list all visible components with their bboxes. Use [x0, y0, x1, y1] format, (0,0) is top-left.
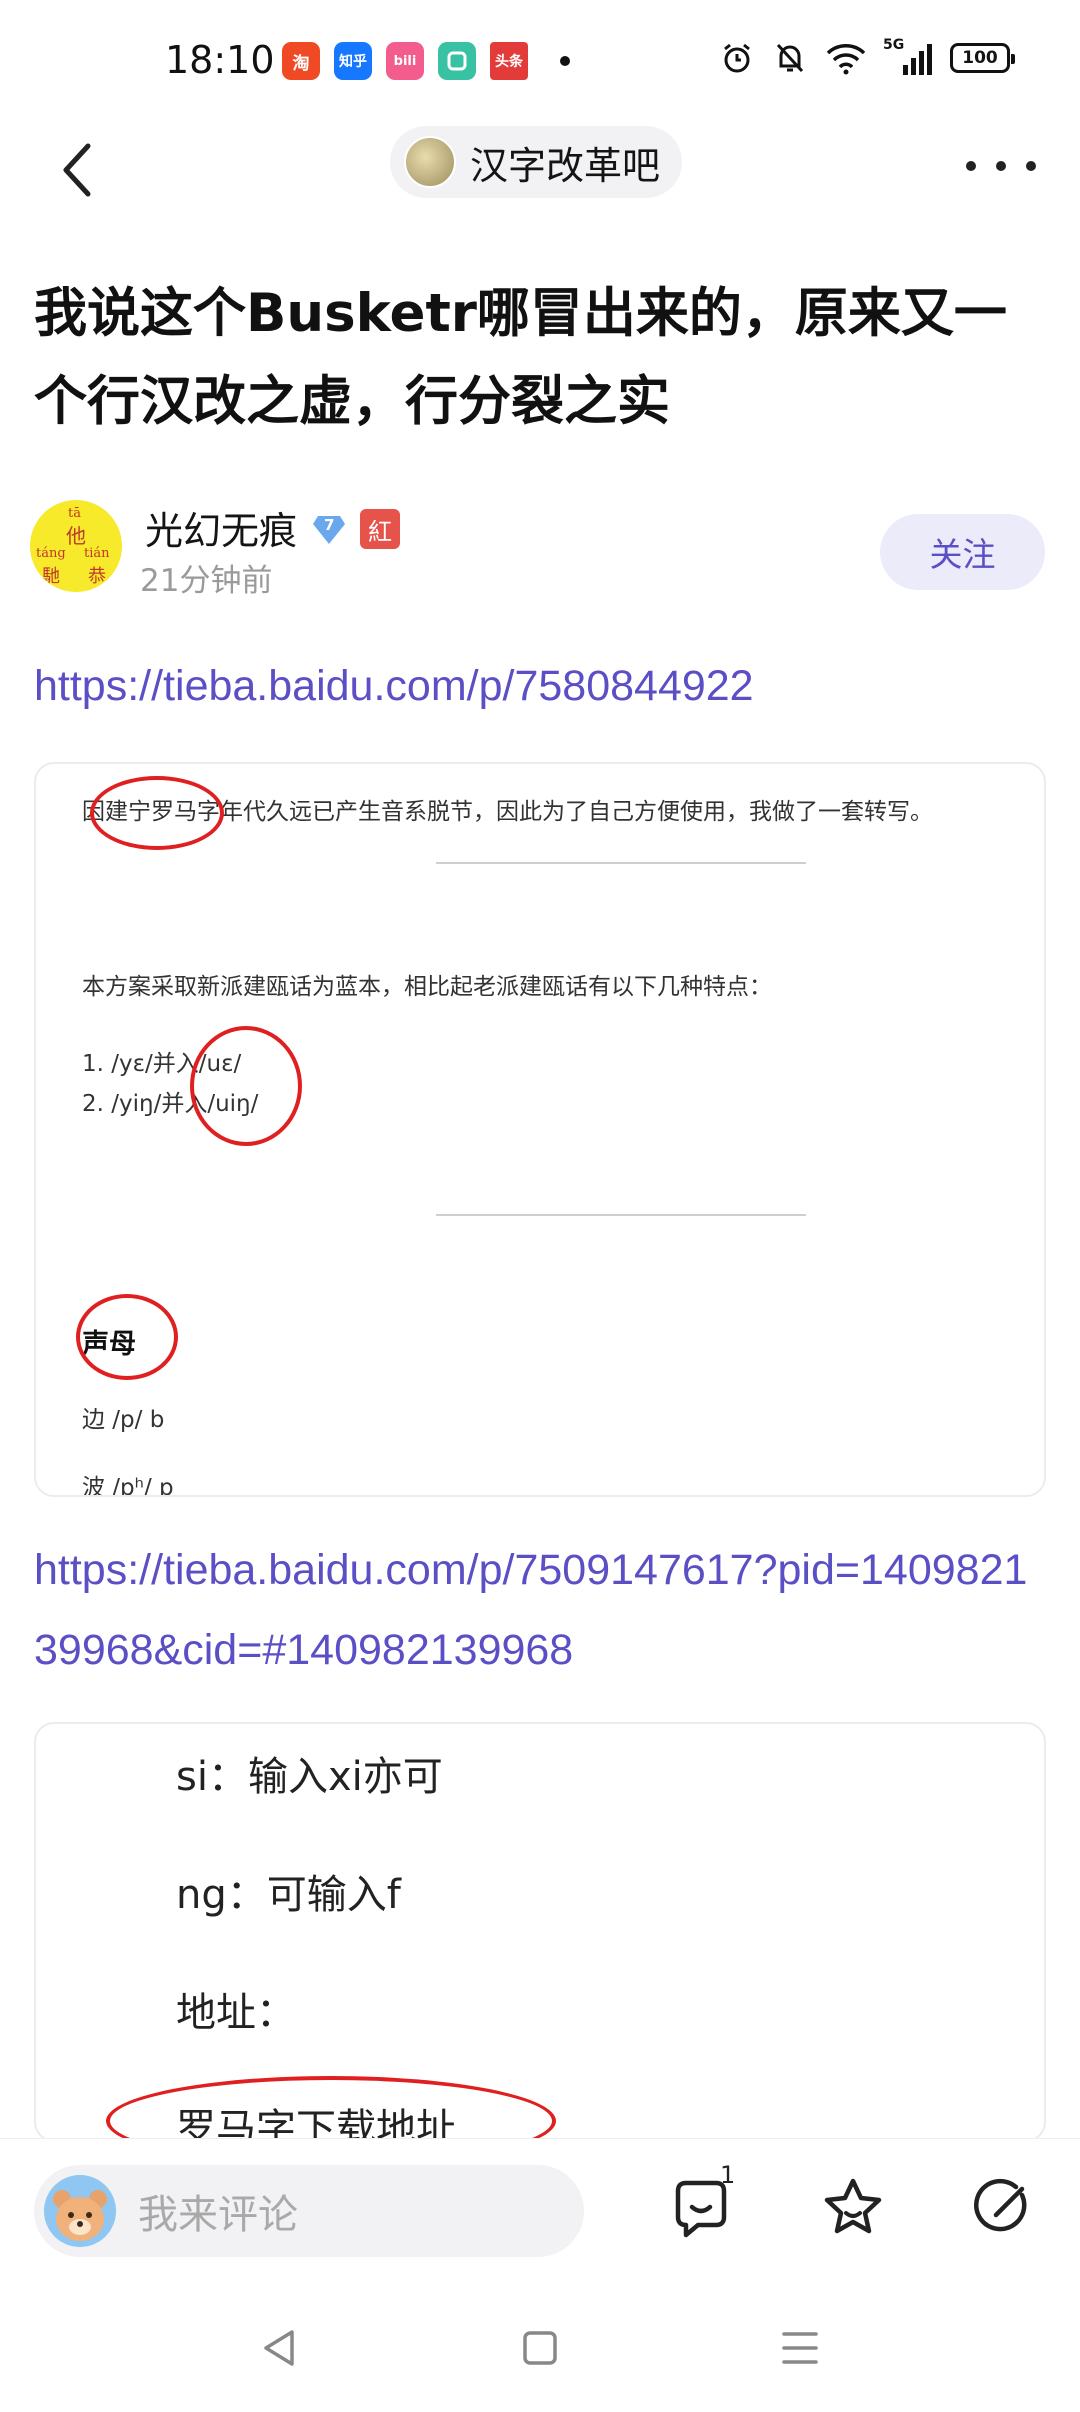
divider: [436, 862, 806, 864]
taobao-app-icon: 淘: [282, 42, 320, 80]
notification-dot: [560, 56, 570, 66]
mute-bell-icon: [776, 43, 804, 73]
status-indicators: 5G 100: [719, 37, 1015, 76]
top-nav: 汉字改革吧: [0, 120, 1080, 220]
avatar-glyph: 馳: [42, 566, 60, 587]
doc-line: 波 /pʰ/ p: [82, 1475, 174, 1497]
author-name[interactable]: 光幻无痕: [145, 500, 297, 555]
bilibili-app-icon: bili: [386, 42, 424, 80]
zhihu-app-icon: 知乎: [334, 42, 372, 80]
comment-count: 1: [720, 2161, 736, 2189]
more-dot-icon: [1026, 161, 1036, 171]
signal-indicator: 5G: [883, 37, 932, 75]
avatar-glyph: tā: [68, 506, 81, 521]
user-avatar: [44, 2175, 116, 2247]
battery-indicator: 100: [950, 43, 1015, 73]
doc-line: si：输入xi亦可: [176, 1754, 443, 1800]
forum-name: 汉字改革吧: [470, 143, 661, 188]
system-menu-button[interactable]: [770, 2318, 830, 2378]
forum-avatar: [404, 136, 456, 188]
divider: [436, 1214, 806, 1216]
status-bar: 18:10 淘 知乎 bili 头条 5G 100: [0, 0, 1080, 120]
network-type: 5G: [883, 37, 905, 53]
post-link-1[interactable]: https://tieba.baidu.com/p/7580844922: [34, 646, 1044, 726]
post-title: 我说这个Busketr哪冒出来的，原来又一个行汉改之虚，行分裂之实: [34, 283, 1007, 432]
share-button[interactable]: [970, 2175, 1036, 2241]
more-dot-icon: [966, 161, 976, 171]
red-annotation-circle: [106, 2076, 556, 2140]
doc-line: ng：可输入f: [176, 1872, 401, 1918]
comment-button[interactable]: 1: [668, 2161, 735, 2241]
back-button[interactable]: [42, 132, 112, 208]
more-dot-icon: [996, 161, 1006, 171]
red-annotation-circle: [90, 776, 224, 850]
forum-pill[interactable]: 汉字改革吧: [390, 126, 683, 198]
status-app-icons: 淘 知乎 bili 头条: [282, 42, 570, 80]
follow-button[interactable]: 关注: [880, 514, 1045, 590]
avatar-glyph: 他: [66, 524, 86, 548]
red-badge: 紅: [360, 509, 400, 549]
post-image-1[interactable]: 因建宁罗马字年代久远已产生音系脱节，因此为了自己方便使用，我做了一套转写。 本方…: [34, 762, 1046, 1497]
post-time: 21分钟前: [140, 563, 273, 599]
system-home-button[interactable]: [510, 2318, 570, 2378]
level-badge: 7: [312, 512, 346, 546]
level-number: 7: [324, 516, 335, 534]
more-options-button[interactable]: [966, 146, 1036, 186]
square-home-icon: [523, 2331, 557, 2365]
status-time: 18:10: [165, 38, 275, 82]
bottom-action-bar: 我来评论 1: [0, 2138, 1080, 2278]
doc-line: 地址：: [176, 1990, 296, 2036]
comment-placeholder: 我来评论: [138, 2192, 298, 2238]
star-icon: [824, 2178, 882, 2234]
author-avatar[interactable]: tā 他 táng tián 馳 恭: [30, 500, 122, 592]
doc-line: 本方案采取新派建瓯话为蓝本，相比起老派建瓯话有以下几种特点：: [82, 974, 772, 1000]
alarm-icon: [724, 43, 750, 73]
system-nav-bar: [0, 2278, 1080, 2412]
window-app-icon: [438, 42, 476, 80]
avatar-glyph: 恭: [88, 566, 106, 587]
wifi-icon: [826, 44, 866, 75]
post-link-2[interactable]: https://tieba.baidu.com/p/7509147617?pid…: [34, 1530, 1044, 1690]
avatar-glyph: táng: [36, 546, 66, 561]
red-annotation-circle: [76, 1294, 178, 1380]
comment-input[interactable]: 我来评论: [34, 2165, 584, 2257]
toutiao-app-icon: 头条: [490, 42, 528, 80]
bear-avatar-icon: [44, 2175, 116, 2247]
system-back-button[interactable]: [250, 2318, 310, 2378]
red-annotation-circle: [190, 1026, 302, 1146]
avatar-glyph: tián: [84, 546, 110, 561]
menu-lines-icon: [782, 2332, 818, 2364]
chevron-left-icon: [63, 143, 91, 197]
favorite-button[interactable]: [820, 2175, 886, 2241]
triangle-back-icon: [264, 2330, 294, 2366]
share-icon: [974, 2178, 1027, 2232]
post-image-2[interactable]: si：输入xi亦可 ng：可输入f 地址： 罗马字下载地址: [34, 1722, 1046, 2142]
doc-line: 边 /p/ b: [82, 1407, 165, 1433]
